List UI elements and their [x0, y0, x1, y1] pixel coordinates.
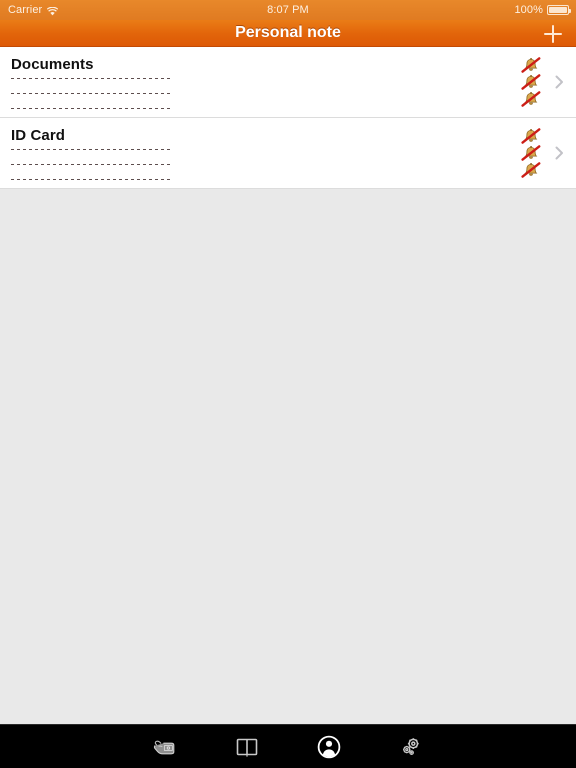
list-item-title: ID Card	[11, 127, 66, 144]
battery-full-icon	[547, 5, 571, 15]
bell-slash-icon	[520, 74, 542, 91]
battery-percent-label: 100%	[514, 4, 543, 16]
person-circle-icon	[317, 735, 341, 759]
open-book-icon	[235, 737, 259, 757]
chevron-right-icon[interactable]	[555, 75, 564, 89]
bell-slash-icon	[520, 145, 542, 162]
tab-profile[interactable]	[288, 725, 370, 768]
app-screen: Carrier 8:07 PM 100% Personal note Docum…	[0, 0, 576, 768]
tab-settings[interactable]	[370, 725, 452, 768]
list-item-title: Documents	[11, 56, 94, 73]
list-item-placeholder-lines	[11, 78, 171, 109]
hand-money-icon	[152, 737, 178, 757]
list-item[interactable]: ID Card	[0, 118, 576, 189]
add-note-button[interactable]	[540, 21, 566, 47]
dashed-line	[11, 108, 171, 109]
dashed-line	[11, 179, 171, 180]
tab-book[interactable]	[206, 725, 288, 768]
tab-money[interactable]	[124, 725, 206, 768]
list-item-badges	[520, 57, 542, 108]
status-bar-right: 100%	[514, 4, 571, 16]
bell-slash-icon	[520, 162, 542, 179]
tab-bar	[0, 724, 576, 768]
page-title: Personal note	[235, 24, 341, 41]
dashed-line	[11, 93, 171, 94]
bell-slash-icon	[520, 91, 542, 108]
note-list: Documents ID Card	[0, 47, 576, 189]
bell-slash-icon	[520, 128, 542, 145]
list-item-badges	[520, 128, 542, 179]
gears-icon	[399, 736, 423, 758]
bell-slash-icon	[520, 57, 542, 74]
status-bar: Carrier 8:07 PM 100%	[0, 0, 576, 20]
list-item-placeholder-lines	[11, 149, 171, 180]
dashed-line	[11, 164, 171, 165]
list-item[interactable]: Documents	[0, 47, 576, 118]
chevron-right-icon[interactable]	[555, 146, 564, 160]
empty-content-area	[0, 190, 576, 724]
nav-bar: Personal note	[0, 20, 576, 47]
status-bar-time: 8:07 PM	[267, 4, 309, 16]
dashed-line	[11, 78, 171, 79]
dashed-line	[11, 149, 171, 150]
